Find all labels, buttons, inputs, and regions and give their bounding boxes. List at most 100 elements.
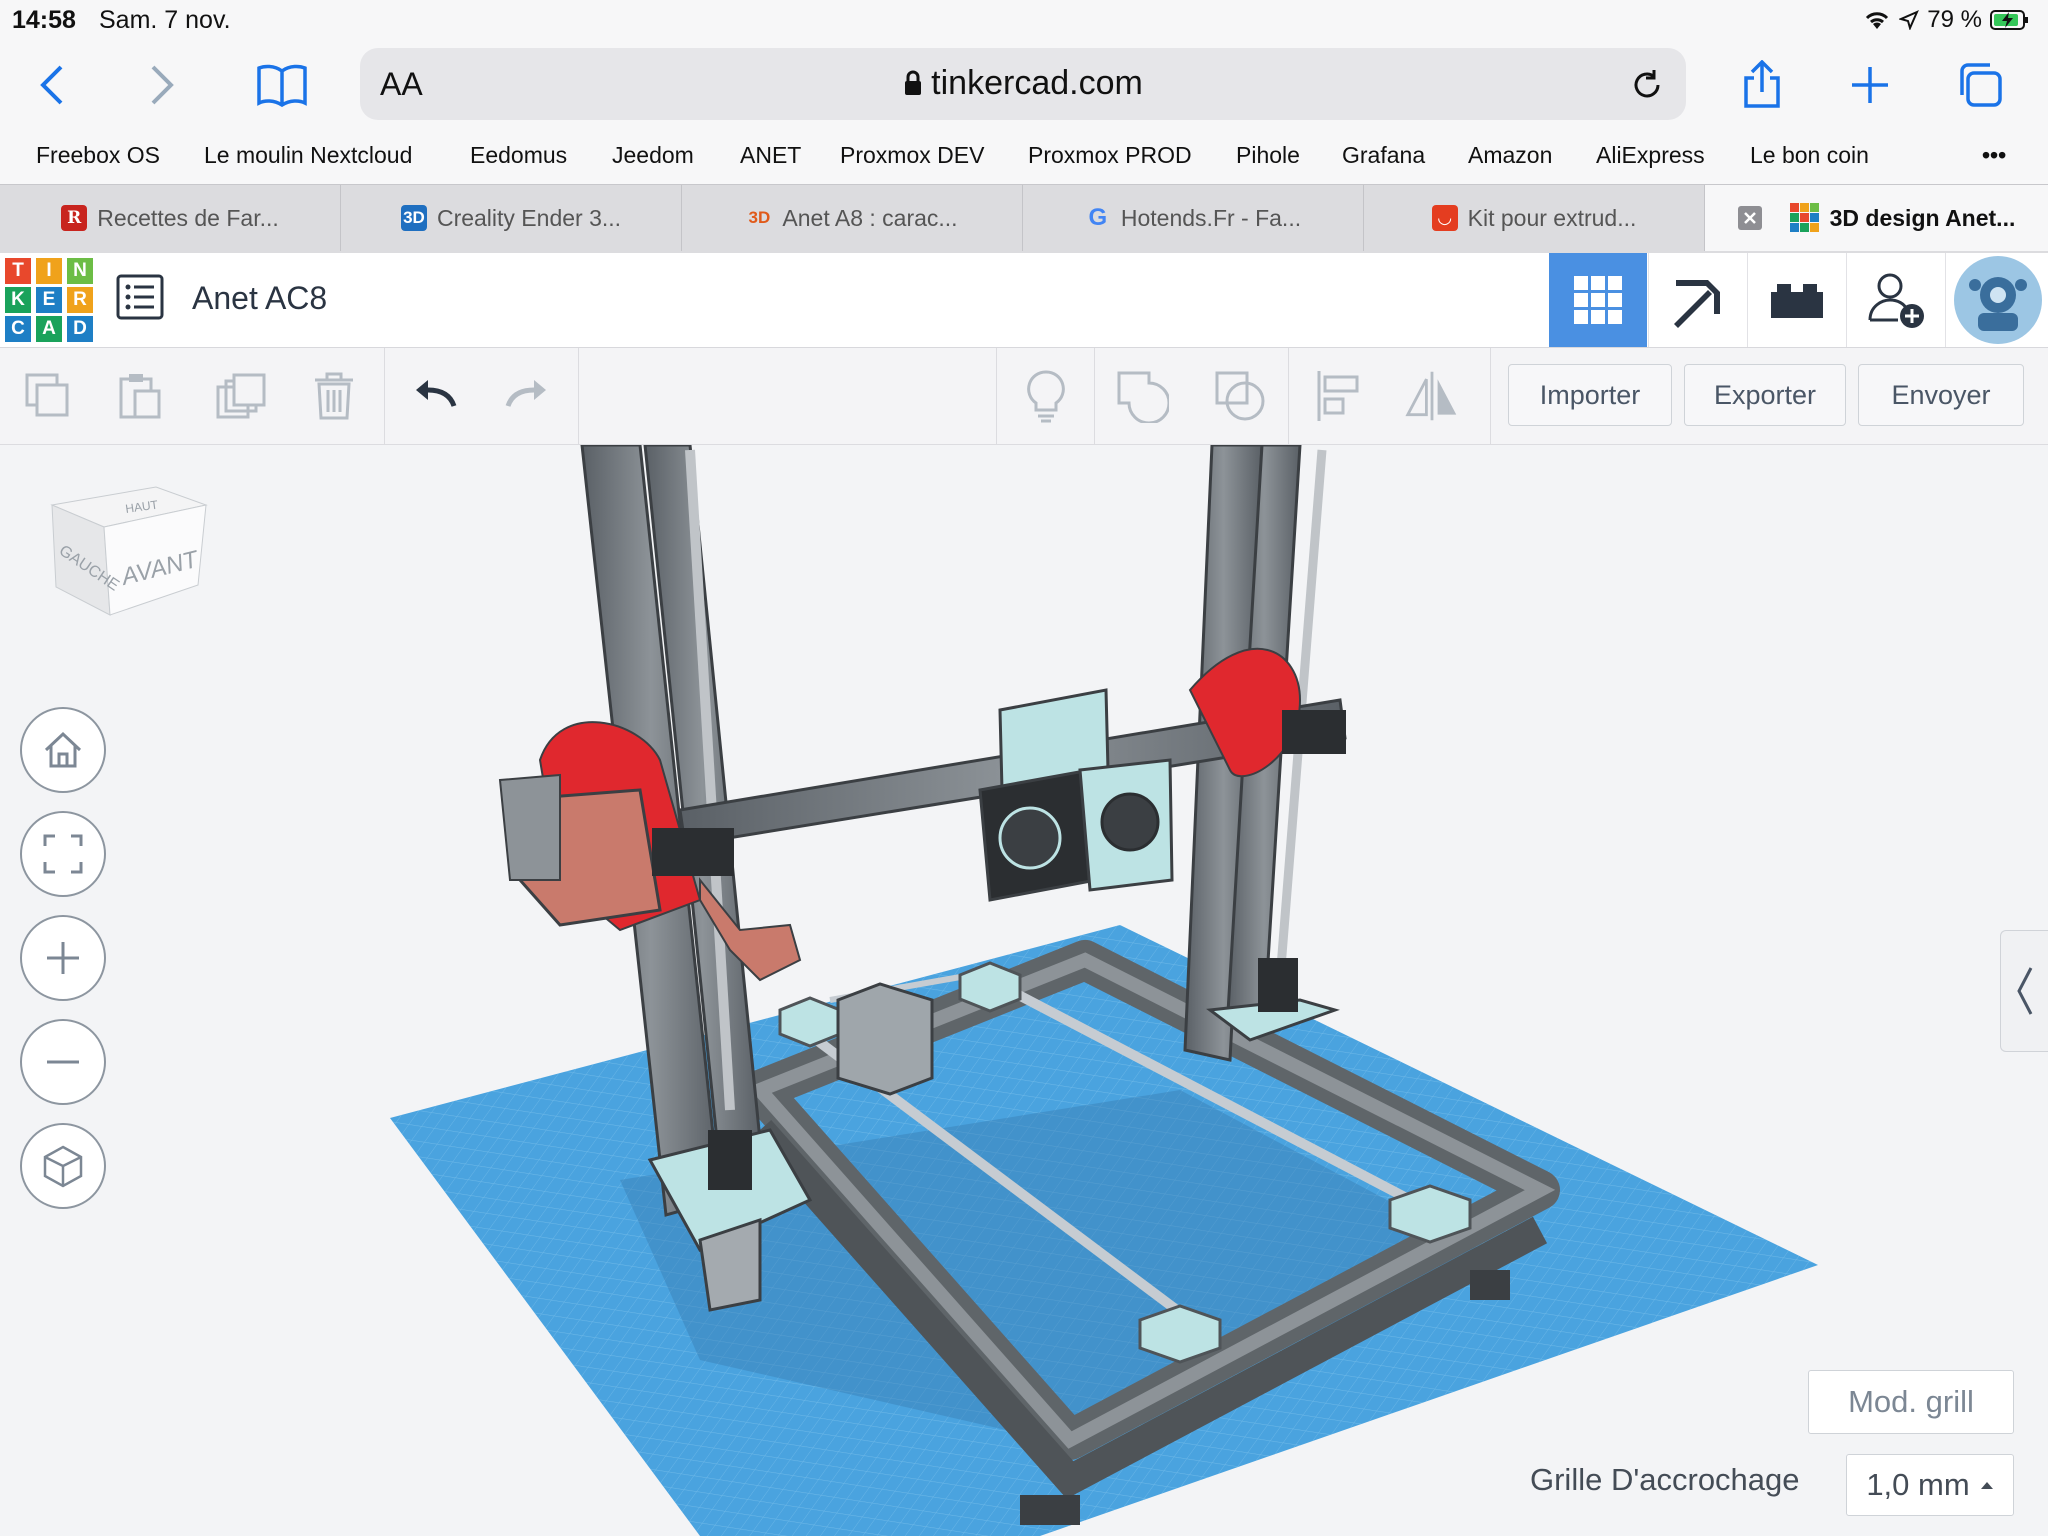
lightbulb-icon xyxy=(1027,370,1065,423)
export-button[interactable]: Exporter xyxy=(1684,364,1846,426)
tabs-overview-button[interactable] xyxy=(1950,58,2010,112)
bookmark-item[interactable]: Jeedom xyxy=(612,142,694,169)
back-button[interactable] xyxy=(22,58,82,112)
bricks-view-button[interactable] xyxy=(1747,253,1846,347)
browser-tab-active[interactable]: 3D design Anet... xyxy=(1705,185,2048,251)
snap-grid-label: Grille D'accrochage xyxy=(1530,1462,1800,1497)
bookmark-item[interactable]: Proxmox PROD xyxy=(1028,142,1192,169)
url-text: tinkercad.com xyxy=(360,64,1686,103)
snap-grid-select[interactable]: 1,0 mm xyxy=(1846,1454,2014,1516)
paste-icon xyxy=(119,374,161,419)
fit-to-view-icon xyxy=(43,834,83,874)
logo-letter: C xyxy=(5,316,31,342)
bookmark-item[interactable]: Amazon xyxy=(1468,142,1552,169)
import-button[interactable]: Importer xyxy=(1508,364,1672,426)
y-motor[interactable] xyxy=(836,982,934,1096)
chevron-left-icon xyxy=(40,65,63,105)
chevron-right-icon xyxy=(151,65,174,105)
3d-scene[interactable] xyxy=(0,445,2048,1536)
home-view-button[interactable] xyxy=(20,707,106,793)
google-favicon-icon: G xyxy=(1088,204,1108,231)
browser-tab[interactable]: 3D Creality Ender 3... xyxy=(341,185,682,251)
toolbar-divider xyxy=(1490,348,1491,444)
home-icon xyxy=(44,731,82,768)
url-label: tinkercad.com xyxy=(931,64,1143,102)
toolbar-divider xyxy=(1094,348,1095,444)
perspective-toggle-button[interactable] xyxy=(20,1123,106,1209)
copy-icon xyxy=(25,373,69,417)
share-button[interactable] xyxy=(1732,58,1792,112)
align-icon xyxy=(1317,371,1359,421)
bookmarks-button[interactable] xyxy=(252,58,312,112)
toolbar-divider xyxy=(578,348,579,444)
list-icon xyxy=(116,274,164,320)
reload-icon[interactable] xyxy=(1630,68,1664,102)
duplicate-icon xyxy=(216,373,266,419)
battery-charging-icon xyxy=(1990,10,2028,30)
caret-up-icon xyxy=(1980,1482,1993,1489)
logo-letter: E xyxy=(36,287,62,313)
blocks-view-button[interactable] xyxy=(1648,253,1747,347)
logo-letter: K xyxy=(5,287,31,313)
paste-button[interactable] xyxy=(112,368,168,424)
design-list-button[interactable] xyxy=(116,274,164,325)
browser-tab[interactable]: G Hotends.Fr - Fa... xyxy=(1023,185,1364,251)
view-cube[interactable]: HAUT GAUCHE AVANT xyxy=(46,475,216,630)
address-bar[interactable]: AA tinkercad.com xyxy=(360,48,1686,120)
battery-percent: 79 % xyxy=(1927,6,1982,33)
close-tab-icon[interactable] xyxy=(1737,206,1762,230)
zoom-out-button[interactable] xyxy=(20,1019,106,1105)
browser-tab[interactable]: ◡ Kit pour extrud... xyxy=(1364,185,1705,251)
bookmark-item[interactable]: Grafana xyxy=(1342,142,1425,169)
tab-title: Anet A8 : carac... xyxy=(782,204,958,231)
view-cube-graphic[interactable]: HAUT GAUCHE AVANT xyxy=(46,475,216,625)
status-right: 79 % xyxy=(1863,6,2030,34)
user-avatar[interactable] xyxy=(1945,253,2048,347)
shape-panel-toggle[interactable] xyxy=(2000,930,2048,1052)
bookmark-item[interactable]: Proxmox DEV xyxy=(840,142,984,169)
delete-button[interactable] xyxy=(306,368,362,424)
bookmark-item[interactable]: Eedomus xyxy=(470,142,567,169)
invite-user-button[interactable] xyxy=(1846,253,1945,347)
bookmark-item[interactable]: Le bon coin xyxy=(1750,142,1869,169)
browser-tab[interactable]: R Recettes de Far... xyxy=(0,185,341,251)
undo-button[interactable] xyxy=(406,368,462,424)
ungroup-button[interactable] xyxy=(1212,368,1268,424)
bookmark-item[interactable]: ANET xyxy=(740,142,801,169)
hotend-carriage[interactable] xyxy=(978,688,1174,902)
status-date: Sam. 7 nov. xyxy=(99,6,231,34)
tab-title: Kit pour extrud... xyxy=(1467,204,1637,231)
new-tab-button[interactable] xyxy=(1840,58,1900,112)
tinkercad-logo[interactable]: T I N K E R C A D xyxy=(5,258,95,342)
plus-icon xyxy=(47,942,79,974)
minus-icon xyxy=(47,1060,79,1064)
fit-view-button[interactable] xyxy=(20,811,106,897)
anet-favicon-icon: 3D xyxy=(748,208,771,227)
more-bookmarks-button[interactable]: ••• xyxy=(1982,142,2006,169)
3d-view-button[interactable] xyxy=(1549,253,1647,347)
redo-button[interactable] xyxy=(500,368,556,424)
pickaxe-icon xyxy=(1674,280,1720,328)
3d-workplane[interactable]: HAUT GAUCHE AVANT xyxy=(0,445,2048,1536)
group-button[interactable] xyxy=(1114,368,1170,424)
copy-button[interactable] xyxy=(20,368,76,424)
align-button[interactable] xyxy=(1310,368,1366,424)
brick-icon xyxy=(1771,284,1823,318)
bookmark-item[interactable]: Pihole xyxy=(1236,142,1300,169)
zoom-in-button[interactable] xyxy=(20,915,106,1001)
mirror-button[interactable] xyxy=(1404,368,1460,424)
send-button[interactable]: Envoyer xyxy=(1858,364,2024,426)
notes-button[interactable] xyxy=(1018,368,1074,424)
edit-grid-button[interactable]: Mod. grill xyxy=(1808,1370,2014,1434)
wifi-icon xyxy=(1866,12,1889,29)
bookmark-item[interactable]: Le moulin Nextcloud xyxy=(204,142,412,169)
bookmark-item[interactable]: AliExpress xyxy=(1596,142,1705,169)
bookmark-item[interactable]: Freebox OS xyxy=(36,142,160,169)
browser-tab[interactable]: 3D Anet A8 : carac... xyxy=(682,185,1023,251)
avatar-icon xyxy=(1953,256,2042,344)
forward-button[interactable] xyxy=(132,58,192,112)
document-title[interactable]: Anet AC8 xyxy=(192,280,327,317)
logo-letter: I xyxy=(36,258,62,284)
creality-favicon-icon: 3D xyxy=(400,205,427,231)
duplicate-button[interactable] xyxy=(212,368,268,424)
